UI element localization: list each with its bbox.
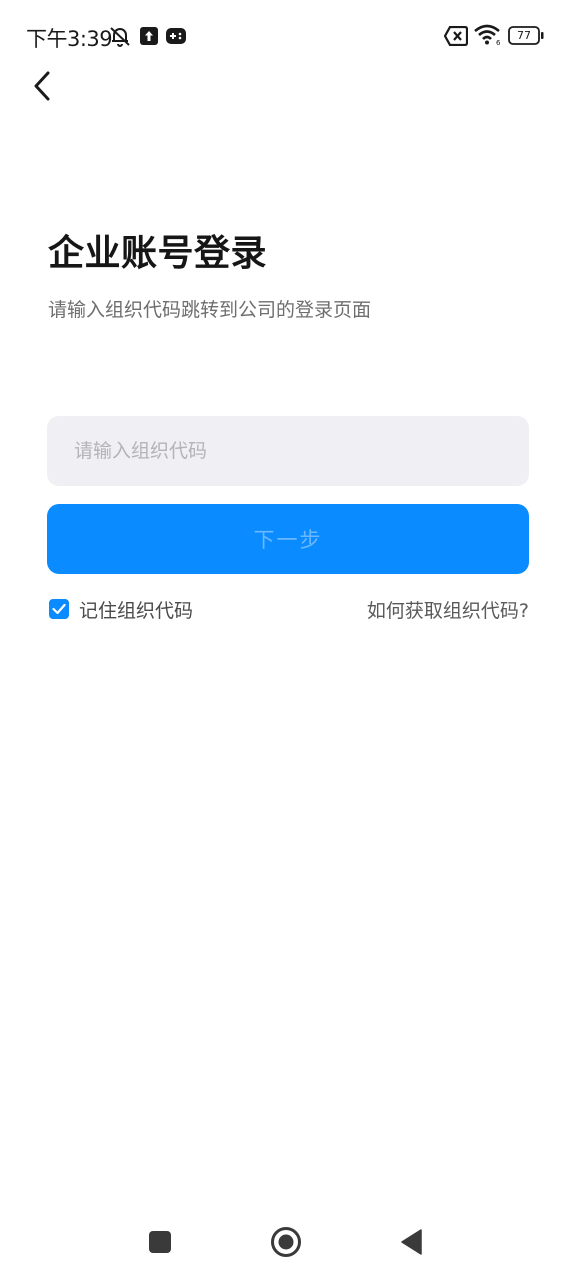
- recents-square-icon: [149, 1231, 171, 1257]
- how-to-get-org-code-link[interactable]: 如何获取组织代码?: [367, 596, 529, 623]
- page-title: 企业账号登录: [48, 233, 268, 274]
- battery-level: 77: [517, 29, 531, 42]
- wifi-icon: 6: [474, 24, 502, 50]
- checkbox-checked-icon[interactable]: [49, 599, 69, 619]
- upload-icon: [140, 27, 158, 49]
- gamepad-icon: [166, 27, 186, 49]
- status-bar: 下午3:39 6 77: [0, 0, 576, 72]
- svg-text:6: 6: [496, 39, 501, 46]
- page-subtitle: 请输入组织代码跳转到公司的登录页面: [48, 299, 372, 321]
- battery-icon: 77: [508, 26, 544, 45]
- recents-button[interactable]: [140, 1224, 180, 1264]
- status-time: 下午3:39: [26, 27, 113, 51]
- navigation-bar: [0, 1210, 576, 1280]
- chevron-left-icon: [32, 70, 52, 106]
- remember-org-code-checkbox[interactable]: 记住组织代码: [47, 596, 193, 622]
- back-button[interactable]: [22, 66, 62, 110]
- no-sim-icon: [443, 25, 469, 50]
- nav-back-button[interactable]: [392, 1224, 432, 1264]
- home-button[interactable]: [266, 1224, 306, 1264]
- org-code-input[interactable]: [47, 416, 529, 486]
- home-circle-icon: [270, 1226, 302, 1262]
- remember-org-code-label: 记住组织代码: [79, 599, 194, 622]
- next-button[interactable]: 下一步: [47, 504, 529, 574]
- back-triangle-icon: [401, 1229, 423, 1259]
- notifications-muted-icon: [108, 24, 132, 52]
